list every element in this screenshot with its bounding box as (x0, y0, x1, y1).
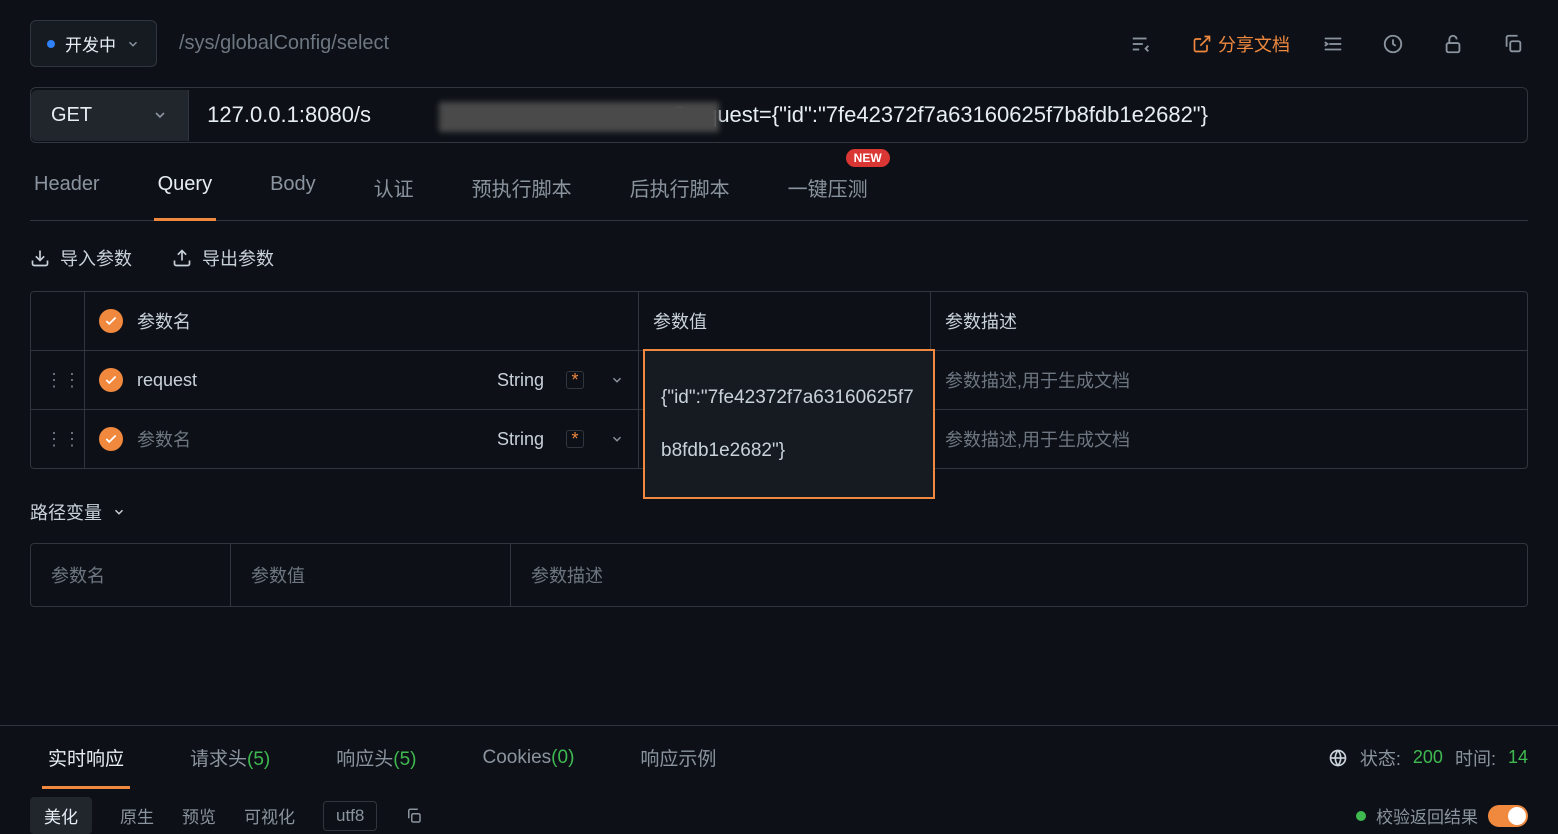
query-params-table: 参数名 参数值 参数描述 ⋮⋮ request String * 参数描述,用于… (30, 291, 1528, 469)
encoding-select[interactable]: utf8 (323, 801, 377, 831)
required-indicator[interactable]: * (566, 371, 584, 389)
tab-stress-test[interactable]: 一键压测 NEW (784, 163, 872, 220)
resp-tab-example[interactable]: 响应示例 (622, 726, 734, 789)
upload-icon (172, 248, 192, 268)
chevron-down-icon[interactable] (610, 373, 624, 387)
param-value-editor[interactable]: {"id":"7fe42372f7a63160625f7b8fdb1e2682"… (643, 349, 935, 499)
sub-tab-raw[interactable]: 原生 (120, 797, 154, 834)
unlock-icon[interactable] (1438, 29, 1468, 59)
export-params-button[interactable]: 导出参数 (172, 245, 274, 271)
resp-tab-realtime[interactable]: 实时响应 (30, 726, 142, 789)
resp-tab-cookies[interactable]: Cookies(0) (465, 729, 593, 787)
required-indicator[interactable]: * (566, 430, 584, 448)
status-label: 开发中 (65, 31, 116, 56)
tab-query[interactable]: Query (154, 163, 216, 220)
sub-tab-beautify[interactable]: 美化 (30, 797, 92, 834)
new-badge: NEW (846, 149, 890, 167)
check-all-toggle[interactable] (99, 309, 123, 333)
status-dot-icon (47, 40, 55, 48)
drag-handle-icon[interactable]: ⋮⋮ (45, 429, 70, 450)
col-name-header: 参数名 (85, 292, 639, 350)
sub-tab-preview[interactable]: 预览 (182, 797, 216, 834)
format-icon[interactable] (1118, 33, 1164, 55)
download-icon (30, 248, 50, 268)
param-row: ⋮⋮ request String * 参数描述,用于生成文档 {"id":"7… (31, 351, 1527, 410)
col-value-header: 参数值 (639, 292, 931, 350)
col-drag (31, 292, 85, 350)
share-icon (1192, 34, 1212, 54)
chevron-down-icon (112, 505, 126, 519)
indent-icon[interactable] (1318, 29, 1348, 59)
param-name-input[interactable]: 参数名 (137, 426, 483, 452)
time-value: 14 (1508, 747, 1528, 768)
param-desc-input[interactable]: 参数描述,用于生成文档 (945, 367, 1130, 393)
chevron-down-icon[interactable] (610, 432, 624, 446)
pv-name-input[interactable]: 参数名 (31, 544, 231, 606)
http-method-select[interactable]: GET (31, 90, 189, 141)
param-desc-input[interactable]: 参数描述,用于生成文档 (945, 426, 1130, 452)
status-select[interactable]: 开发中 (30, 20, 157, 67)
pv-desc-input[interactable]: 参数描述 (511, 544, 1527, 606)
share-label: 分享文档 (1218, 31, 1290, 57)
history-icon[interactable] (1378, 29, 1408, 59)
validate-toggle[interactable] (1488, 805, 1528, 827)
row-enable-toggle[interactable] (99, 368, 123, 392)
sub-tab-visual[interactable]: 可视化 (244, 797, 295, 834)
tab-pre-script[interactable]: 预执行脚本 (468, 163, 576, 220)
param-type-label: String (497, 429, 544, 450)
tab-header[interactable]: Header (30, 163, 104, 220)
param-type-label: String (497, 370, 544, 391)
time-label: 时间: (1455, 745, 1496, 771)
param-name-input[interactable]: request (137, 370, 483, 391)
validate-status-icon (1356, 811, 1366, 821)
status-label: 状态: (1360, 745, 1401, 771)
status-code: 200 (1413, 747, 1443, 768)
blurred-region (439, 102, 719, 132)
api-path-input[interactable] (169, 22, 1106, 65)
tab-post-script[interactable]: 后执行脚本 (626, 163, 734, 220)
chevron-down-icon (126, 37, 140, 51)
request-url-input[interactable]: 127.0.0.1:8080/s t?request={"id":"7fe423… (189, 88, 1527, 142)
resp-tab-request-headers[interactable]: 请求头(5) (172, 726, 288, 789)
tab-body[interactable]: Body (266, 163, 320, 220)
globe-icon[interactable] (1328, 748, 1348, 768)
import-params-button[interactable]: 导入参数 (30, 245, 132, 271)
copy-icon[interactable] (1498, 29, 1528, 59)
col-desc-header: 参数描述 (931, 292, 1527, 350)
chevron-down-icon (152, 107, 168, 123)
validate-label: 校验返回结果 (1376, 803, 1478, 828)
copy-response-icon[interactable] (405, 801, 423, 831)
row-enable-toggle[interactable] (99, 427, 123, 451)
drag-handle-icon[interactable]: ⋮⋮ (45, 370, 70, 391)
method-label: GET (51, 104, 92, 127)
pv-value-input[interactable]: 参数值 (231, 544, 511, 606)
share-doc-button[interactable]: 分享文档 (1176, 23, 1306, 65)
resp-tab-response-headers[interactable]: 响应头(5) (318, 726, 434, 789)
tab-auth[interactable]: 认证 (370, 163, 418, 220)
path-variables-table: 参数名 参数值 参数描述 (30, 543, 1528, 607)
